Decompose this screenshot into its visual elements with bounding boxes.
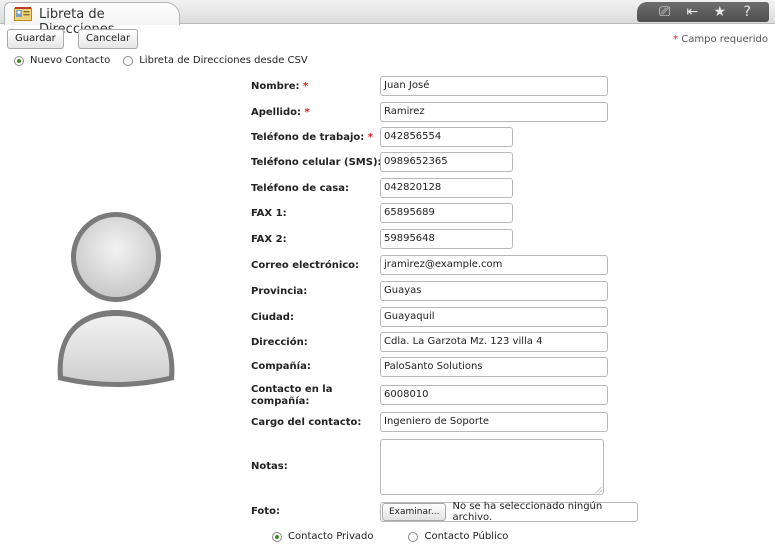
label-ciudad: Ciudad: <box>251 312 294 323</box>
label-fax2: FAX 2: <box>251 234 287 245</box>
help-icon[interactable]: ? <box>738 4 756 20</box>
input-fax2[interactable]: 59895648 <box>380 229 513 249</box>
input-telefono-trabajo[interactable]: 042856554 <box>380 127 513 147</box>
textarea-notas[interactable] <box>380 439 604 495</box>
label-compania: Compañía: <box>251 361 311 372</box>
edit-icon[interactable]: ⎚ <box>656 4 674 20</box>
file-status-text: No se ha seleccionado ningún archivo. <box>452 501 603 523</box>
address-book-icon <box>14 7 32 21</box>
mode-radio-group: Nuevo Contacto Libreta de Direcciones de… <box>14 55 321 66</box>
label-direccion: Dirección: <box>251 337 308 348</box>
radio-contacto-publico[interactable] <box>408 531 419 542</box>
input-cargo[interactable]: Ingeniero de Soporte <box>380 412 608 432</box>
star-icon[interactable]: ★ <box>711 4 729 20</box>
input-telefono-celular[interactable]: 0989652365 <box>380 152 513 172</box>
radio-label-publico[interactable]: Contacto Público <box>424 531 508 542</box>
input-contacto-compania[interactable]: 6008010 <box>380 385 608 405</box>
label-nombre: Nombre: * <box>251 81 309 92</box>
file-input-foto[interactable]: Examinar... No se ha seleccionado ningún… <box>380 501 638 523</box>
resize-grip-icon[interactable] <box>595 486 602 493</box>
required-mark: * <box>673 34 679 45</box>
label-correo: Correo electrónico: <box>251 260 360 271</box>
label-notas: Notas: <box>251 461 288 472</box>
visibility-radio-group: Contacto Privado Contacto Público <box>272 531 543 542</box>
label-foto: Foto: <box>251 506 280 517</box>
radio-nuevo-contacto[interactable] <box>14 55 24 66</box>
input-compania[interactable]: PaloSanto Solutions <box>380 357 608 377</box>
label-contacto-compania: Contacto en la compañía: <box>251 384 333 407</box>
browse-button[interactable]: Examinar... <box>382 503 447 521</box>
cancel-button[interactable]: Cancelar <box>78 29 139 49</box>
input-provincia[interactable]: Guayas <box>380 281 608 301</box>
required-field-note: * Campo requerido <box>673 34 768 45</box>
contact-avatar <box>57 212 175 387</box>
input-apellido[interactable]: Ramirez <box>380 102 608 122</box>
required-note-text: Campo requerido <box>681 34 768 45</box>
radio-label-privado[interactable]: Contacto Privado <box>288 531 373 542</box>
module-tab[interactable]: Libreta de Direcciones <box>4 2 180 37</box>
title-bar: Libreta de Direcciones ⎚ ⇤ ★ ? <box>0 0 775 37</box>
label-provincia: Provincia: <box>251 286 308 297</box>
input-correo[interactable]: jramirez@example.com <box>380 255 608 275</box>
label-fax1: FAX 1: <box>251 208 287 219</box>
input-fax1[interactable]: 65895689 <box>380 203 513 223</box>
collapse-icon[interactable]: ⇤ <box>683 4 701 20</box>
save-button[interactable]: Guardar <box>7 29 64 49</box>
radio-contacto-privado[interactable] <box>272 531 282 542</box>
radio-label-csv[interactable]: Libreta de Direcciones desde CSV <box>139 55 308 66</box>
input-telefono-casa[interactable]: 042820128 <box>380 178 513 198</box>
label-cargo: Cargo del contacto: <box>251 417 362 428</box>
label-telefono-trabajo: Teléfono de trabajo: * <box>251 132 373 143</box>
input-ciudad[interactable]: Guayaquil <box>380 307 608 327</box>
radio-label-nuevo-contacto[interactable]: Nuevo Contacto <box>30 55 110 66</box>
input-direccion[interactable]: Cdla. La Garzota Mz. 123 villa 4 <box>380 332 608 352</box>
label-apellido: Apellido: * <box>251 107 310 118</box>
input-nombre[interactable]: Juan José <box>380 76 608 96</box>
label-telefono-celular: Teléfono celular (SMS): <box>251 157 382 168</box>
radio-csv[interactable] <box>123 55 134 66</box>
label-telefono-casa: Teléfono de casa: <box>251 183 349 194</box>
module-toolbar: ⎚ ⇤ ★ ? <box>637 2 769 22</box>
